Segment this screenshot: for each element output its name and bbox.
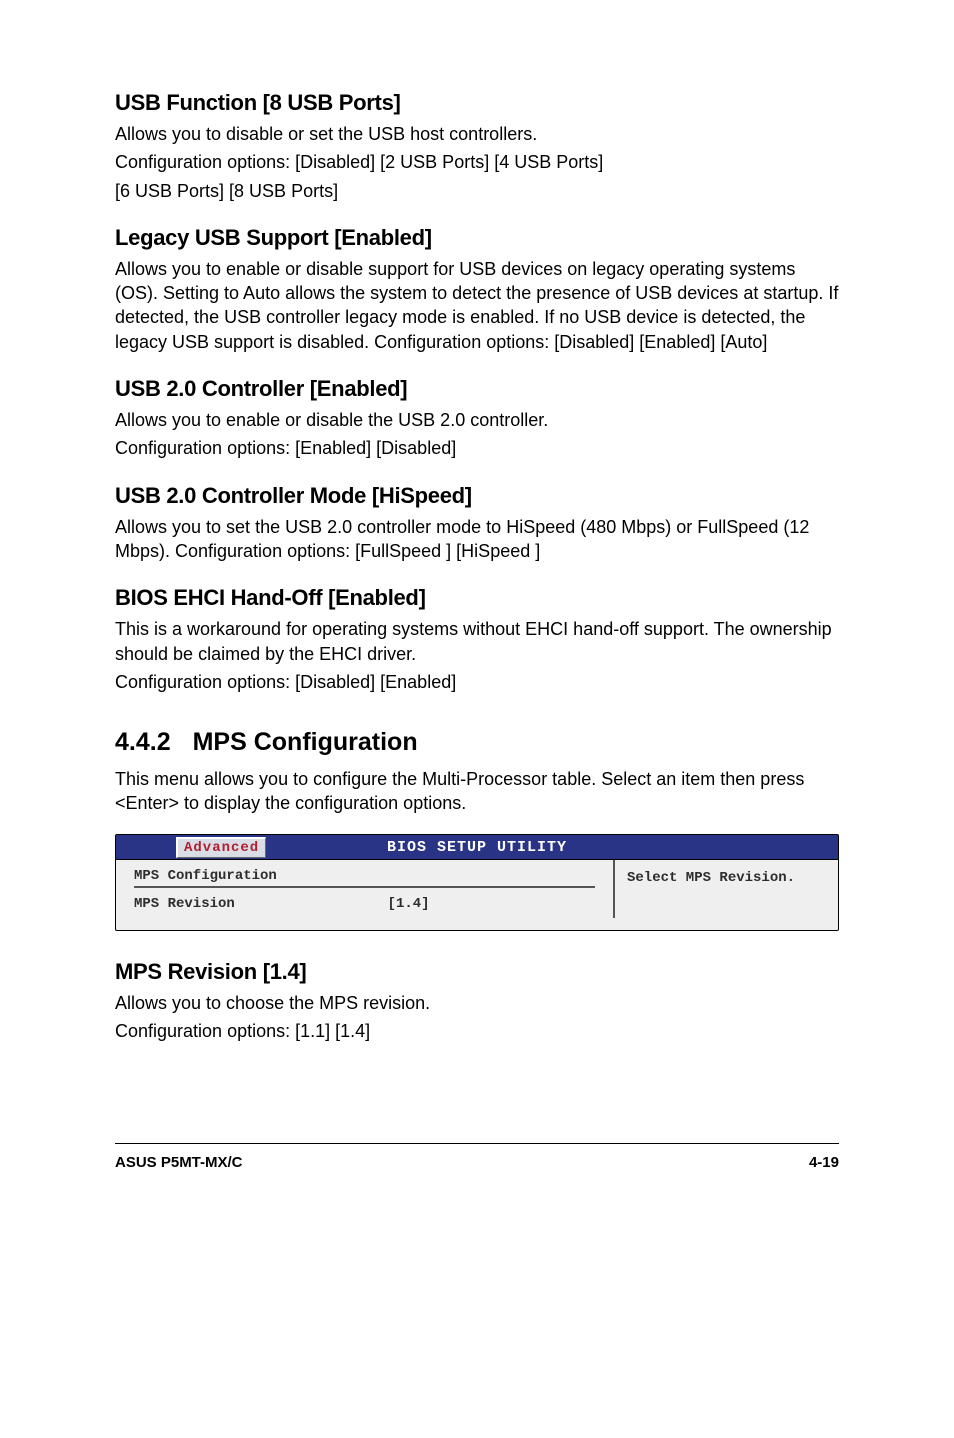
bios-help-text: Select MPS Revision. — [627, 870, 795, 886]
section-heading-usb20-mode: USB 2.0 Controller Mode [HiSpeed] — [115, 483, 839, 509]
bios-tab-advanced: Advanced — [176, 837, 266, 858]
bios-row-mps-revision: MPS Revision [1.4] — [134, 894, 595, 914]
bios-row-value: [1.4] — [388, 896, 595, 912]
body-text: Allows you to choose the MPS revision. — [115, 991, 839, 1015]
body-text: Configuration options: [Disabled] [Enabl… — [115, 670, 839, 694]
bios-config-title: MPS Configuration — [134, 868, 595, 888]
chapter-number: 4.4.2 — [115, 728, 171, 757]
section-heading-mps-revision: MPS Revision [1.4] — [115, 959, 839, 985]
body-text: Allows you to enable or disable support … — [115, 257, 839, 354]
bios-left-pane: MPS Configuration MPS Revision [1.4] — [116, 860, 613, 918]
footer-product: ASUS P5MT-MX/C — [115, 1154, 243, 1171]
section-heading-usb-function: USB Function [8 USB Ports] — [115, 90, 839, 116]
body-text: Configuration options: [Disabled] [2 USB… — [115, 150, 839, 174]
body-text: Configuration options: [Enabled] [Disabl… — [115, 436, 839, 460]
chapter-title: MPS Configuration — [193, 728, 418, 757]
body-text: Configuration options: [1.1] [1.4] — [115, 1019, 839, 1043]
body-text: [6 USB Ports] [8 USB Ports] — [115, 179, 839, 203]
footer-page-number: 4-19 — [809, 1154, 839, 1171]
bios-header: Advanced BIOS SETUP UTILITY — [116, 835, 838, 860]
page-footer: ASUS P5MT-MX/C 4-19 — [115, 1143, 839, 1171]
body-text: Allows you to enable or disable the USB … — [115, 408, 839, 432]
chapter-heading-mps: 4.4.2 MPS Configuration — [115, 728, 839, 757]
body-text: Allows you to disable or set the USB hos… — [115, 122, 839, 146]
bios-setup-screenshot: Advanced BIOS SETUP UTILITY MPS Configur… — [115, 834, 839, 931]
body-text: This menu allows you to configure the Mu… — [115, 767, 839, 816]
section-heading-bios-ehci: BIOS EHCI Hand-Off [Enabled] — [115, 585, 839, 611]
bios-columns: MPS Configuration MPS Revision [1.4] Sel… — [116, 860, 838, 918]
section-heading-legacy-usb: Legacy USB Support [Enabled] — [115, 225, 839, 251]
body-text: This is a workaround for operating syste… — [115, 617, 839, 666]
section-heading-usb20-controller: USB 2.0 Controller [Enabled] — [115, 376, 839, 402]
bios-title: BIOS SETUP UTILITY — [387, 839, 567, 856]
bios-row-label: MPS Revision — [134, 896, 388, 912]
body-text: Allows you to set the USB 2.0 controller… — [115, 515, 839, 564]
bios-help-pane: Select MPS Revision. — [613, 860, 838, 918]
